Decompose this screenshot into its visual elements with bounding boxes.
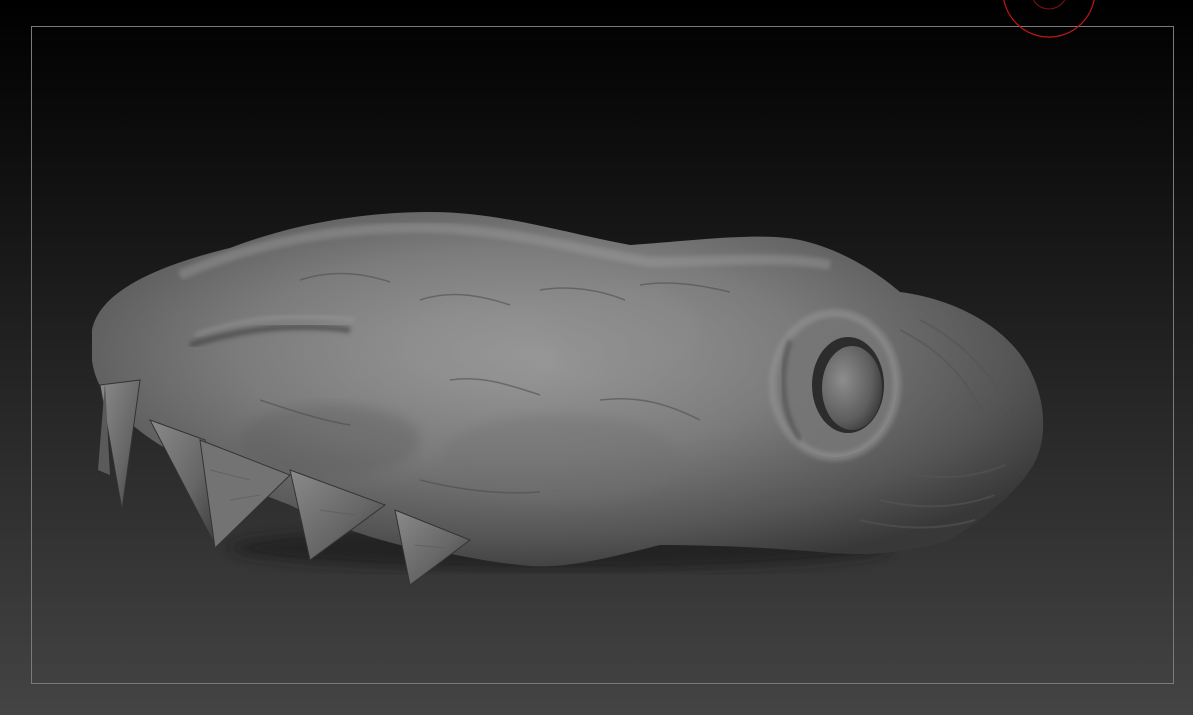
viewport-frame (31, 26, 1174, 684)
3d-viewport[interactable] (0, 0, 1193, 715)
